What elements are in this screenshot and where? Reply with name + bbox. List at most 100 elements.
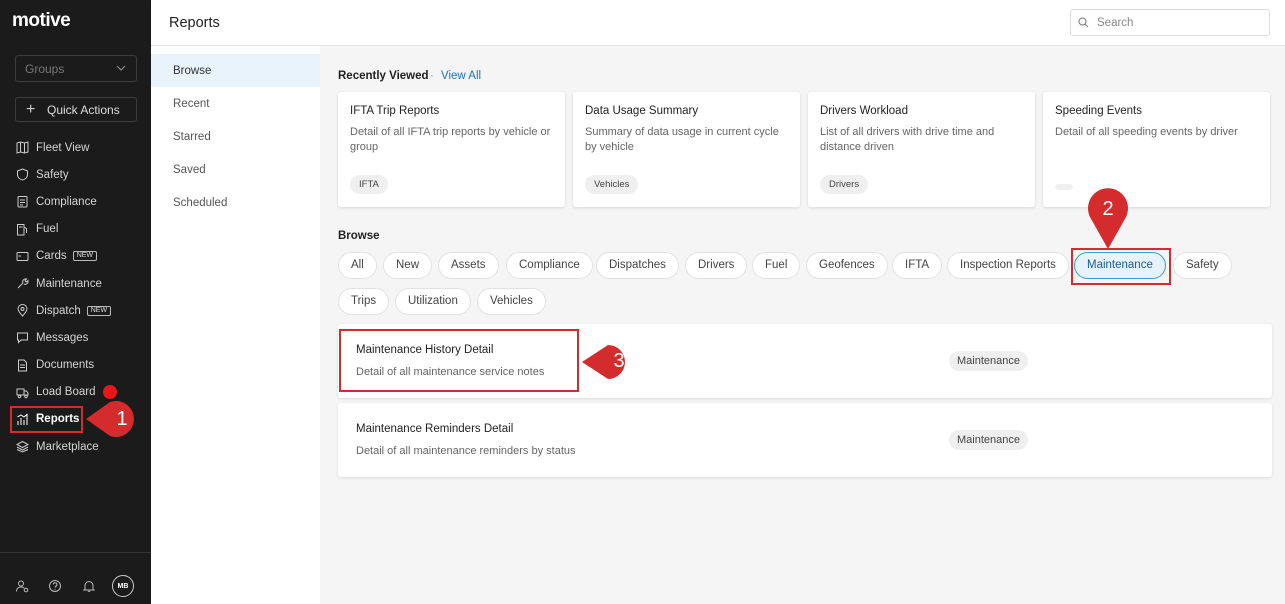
filter-chip-utilization[interactable]: Utilization	[395, 288, 471, 315]
filter-chip-fuel[interactable]: Fuel	[752, 252, 801, 279]
sidebar-item-label: Marketplace	[36, 440, 99, 453]
chevron-down-icon	[116, 65, 126, 71]
filter-chip-vehicles[interactable]: Vehicles	[477, 288, 546, 315]
sidebar-item-cards[interactable]: Cards NEW	[10, 243, 151, 270]
result-title: Maintenance Reminders Detail	[356, 423, 514, 435]
shield-icon	[17, 168, 28, 181]
avatar[interactable]: MB	[112, 575, 134, 597]
card-tag: Vehicles	[585, 175, 639, 194]
filter-chip-new[interactable]: New	[383, 252, 433, 279]
fuel-pump-icon	[17, 223, 27, 236]
route-pin-icon	[17, 304, 28, 317]
card-description: List of all drivers with drive time and …	[820, 126, 995, 153]
help-icon[interactable]	[48, 579, 62, 593]
card-icon	[16, 251, 29, 261]
sidebar: motive Groups + Quick Actions Fleet View…	[0, 0, 151, 604]
sidebar-item-label: Fuel	[36, 223, 59, 236]
sidebar-item-dispatch[interactable]: Dispatch NEW	[10, 297, 151, 324]
sidebar-item-label: Maintenance	[36, 277, 102, 290]
filter-chip-assets[interactable]: Assets	[438, 252, 499, 279]
callout-number-3: 3	[613, 350, 625, 372]
recent-report-card[interactable]: Drivers Workload List of all drivers wit…	[808, 92, 1035, 207]
chat-icon	[17, 332, 28, 345]
result-description: Detail of all maintenance reminders by s…	[356, 445, 576, 457]
callout-number-2: 2	[1102, 198, 1114, 220]
sidebar-item-messages[interactable]: Messages	[10, 324, 151, 351]
wrench-icon	[17, 278, 29, 289]
result-tag: Maintenance	[949, 430, 1028, 450]
sidebar-item-label: Dispatch	[36, 304, 81, 317]
groups-placeholder: Groups	[25, 62, 65, 76]
sidebar-item-fleet-view[interactable]: Fleet View	[10, 134, 151, 161]
card-title: Data Usage Summary	[585, 105, 699, 117]
bar-chart-icon	[17, 413, 28, 425]
plus-icon: +	[26, 101, 36, 118]
document-icon	[18, 359, 27, 371]
layers-icon	[16, 440, 29, 453]
card-description: Detail of all speeding events by driver	[1055, 126, 1238, 138]
highlight-box	[339, 329, 579, 392]
recent-report-card[interactable]: Data Usage Summary Summary of data usage…	[573, 92, 800, 207]
reports-subnav: Browse Recent Starred Saved Scheduled	[151, 46, 320, 604]
filter-chip-ifta[interactable]: IFTA	[892, 252, 943, 279]
groups-dropdown[interactable]: Groups	[15, 55, 137, 82]
card-description: Detail of all IFTA trip reports by vehic…	[350, 126, 551, 153]
sidebar-item-label: Messages	[36, 331, 89, 344]
subnav-item-saved[interactable]: Saved	[151, 153, 320, 186]
filter-chip-compliance[interactable]: Compliance	[506, 252, 593, 279]
search-icon	[1078, 17, 1089, 28]
filter-chip-geofences[interactable]: Geofences	[806, 252, 888, 279]
card-title: Speeding Events	[1055, 105, 1142, 117]
subnav-item-recent[interactable]: Recent	[151, 87, 320, 120]
sidebar-item-safety[interactable]: Safety	[10, 161, 151, 188]
recent-report-card[interactable]: IFTA Trip Reports Detail of all IFTA tri…	[338, 92, 565, 207]
subnav-item-starred[interactable]: Starred	[151, 120, 320, 153]
card-tag	[1055, 184, 1073, 190]
sidebar-item-documents[interactable]: Documents	[10, 352, 151, 379]
browse-title: Browse	[338, 230, 380, 242]
truck-icon	[16, 388, 29, 398]
card-tag: Drivers	[820, 175, 869, 194]
card-title: Drivers Workload	[820, 105, 908, 117]
main-content: Recently Viewed · View All IFTA Trip Rep…	[320, 46, 1285, 604]
bell-icon[interactable]	[82, 579, 96, 593]
separator-dot: ·	[430, 70, 434, 82]
filter-chip-drivers[interactable]: Drivers	[685, 252, 748, 279]
card-tag: IFTA	[350, 175, 388, 194]
subnav-item-browse[interactable]: Browse	[151, 54, 320, 87]
highlight-box	[1071, 248, 1171, 285]
sidebar-item-label: Load Board	[36, 386, 96, 399]
clipboard-icon	[17, 196, 28, 208]
new-badge: NEW	[86, 305, 112, 316]
motive-logo[interactable]: motive	[12, 10, 71, 32]
page-title: Reports	[169, 15, 220, 31]
new-badge: NEW	[72, 251, 98, 262]
recently-viewed-title: Recently Viewed	[338, 70, 429, 82]
view-all-link[interactable]: View All	[441, 70, 481, 82]
card-description: Summary of data usage in current cycle b…	[585, 126, 779, 153]
sidebar-item-label: Cards	[36, 250, 67, 263]
filter-chip-dispatches[interactable]: Dispatches	[596, 252, 679, 279]
filter-chip-safety[interactable]: Safety	[1173, 252, 1232, 279]
sidebar-item-label: Fleet View	[36, 141, 90, 154]
filter-chip-all[interactable]: All	[338, 252, 377, 279]
quick-actions-button[interactable]: + Quick Actions	[15, 97, 137, 122]
user-settings-icon[interactable]	[15, 579, 29, 593]
report-result-row[interactable]: Maintenance Reminders Detail Detail of a…	[338, 403, 1272, 477]
subnav-item-scheduled[interactable]: Scheduled	[151, 186, 320, 219]
sidebar-item-compliance[interactable]: Compliance	[10, 188, 151, 215]
quick-actions-label: Quick Actions	[47, 103, 120, 117]
top-header: Reports	[151, 0, 1285, 46]
filter-chip-trips[interactable]: Trips	[338, 288, 390, 315]
sidebar-item-maintenance[interactable]: Maintenance	[10, 270, 151, 297]
search-input[interactable]	[1070, 9, 1270, 36]
map-icon	[16, 141, 29, 154]
callout-number-1: 1	[116, 408, 128, 430]
sidebar-item-label: Documents	[36, 359, 95, 372]
sidebar-item-label: Compliance	[36, 195, 97, 208]
result-tag: Maintenance	[949, 351, 1028, 371]
sidebar-item-fuel[interactable]: Fuel	[10, 216, 151, 243]
filter-chip-inspection-reports[interactable]: Inspection Reports	[947, 252, 1069, 279]
sidebar-item-label: Safety	[36, 168, 69, 181]
recent-report-card[interactable]: Speeding Events Detail of all speeding e…	[1043, 92, 1270, 207]
